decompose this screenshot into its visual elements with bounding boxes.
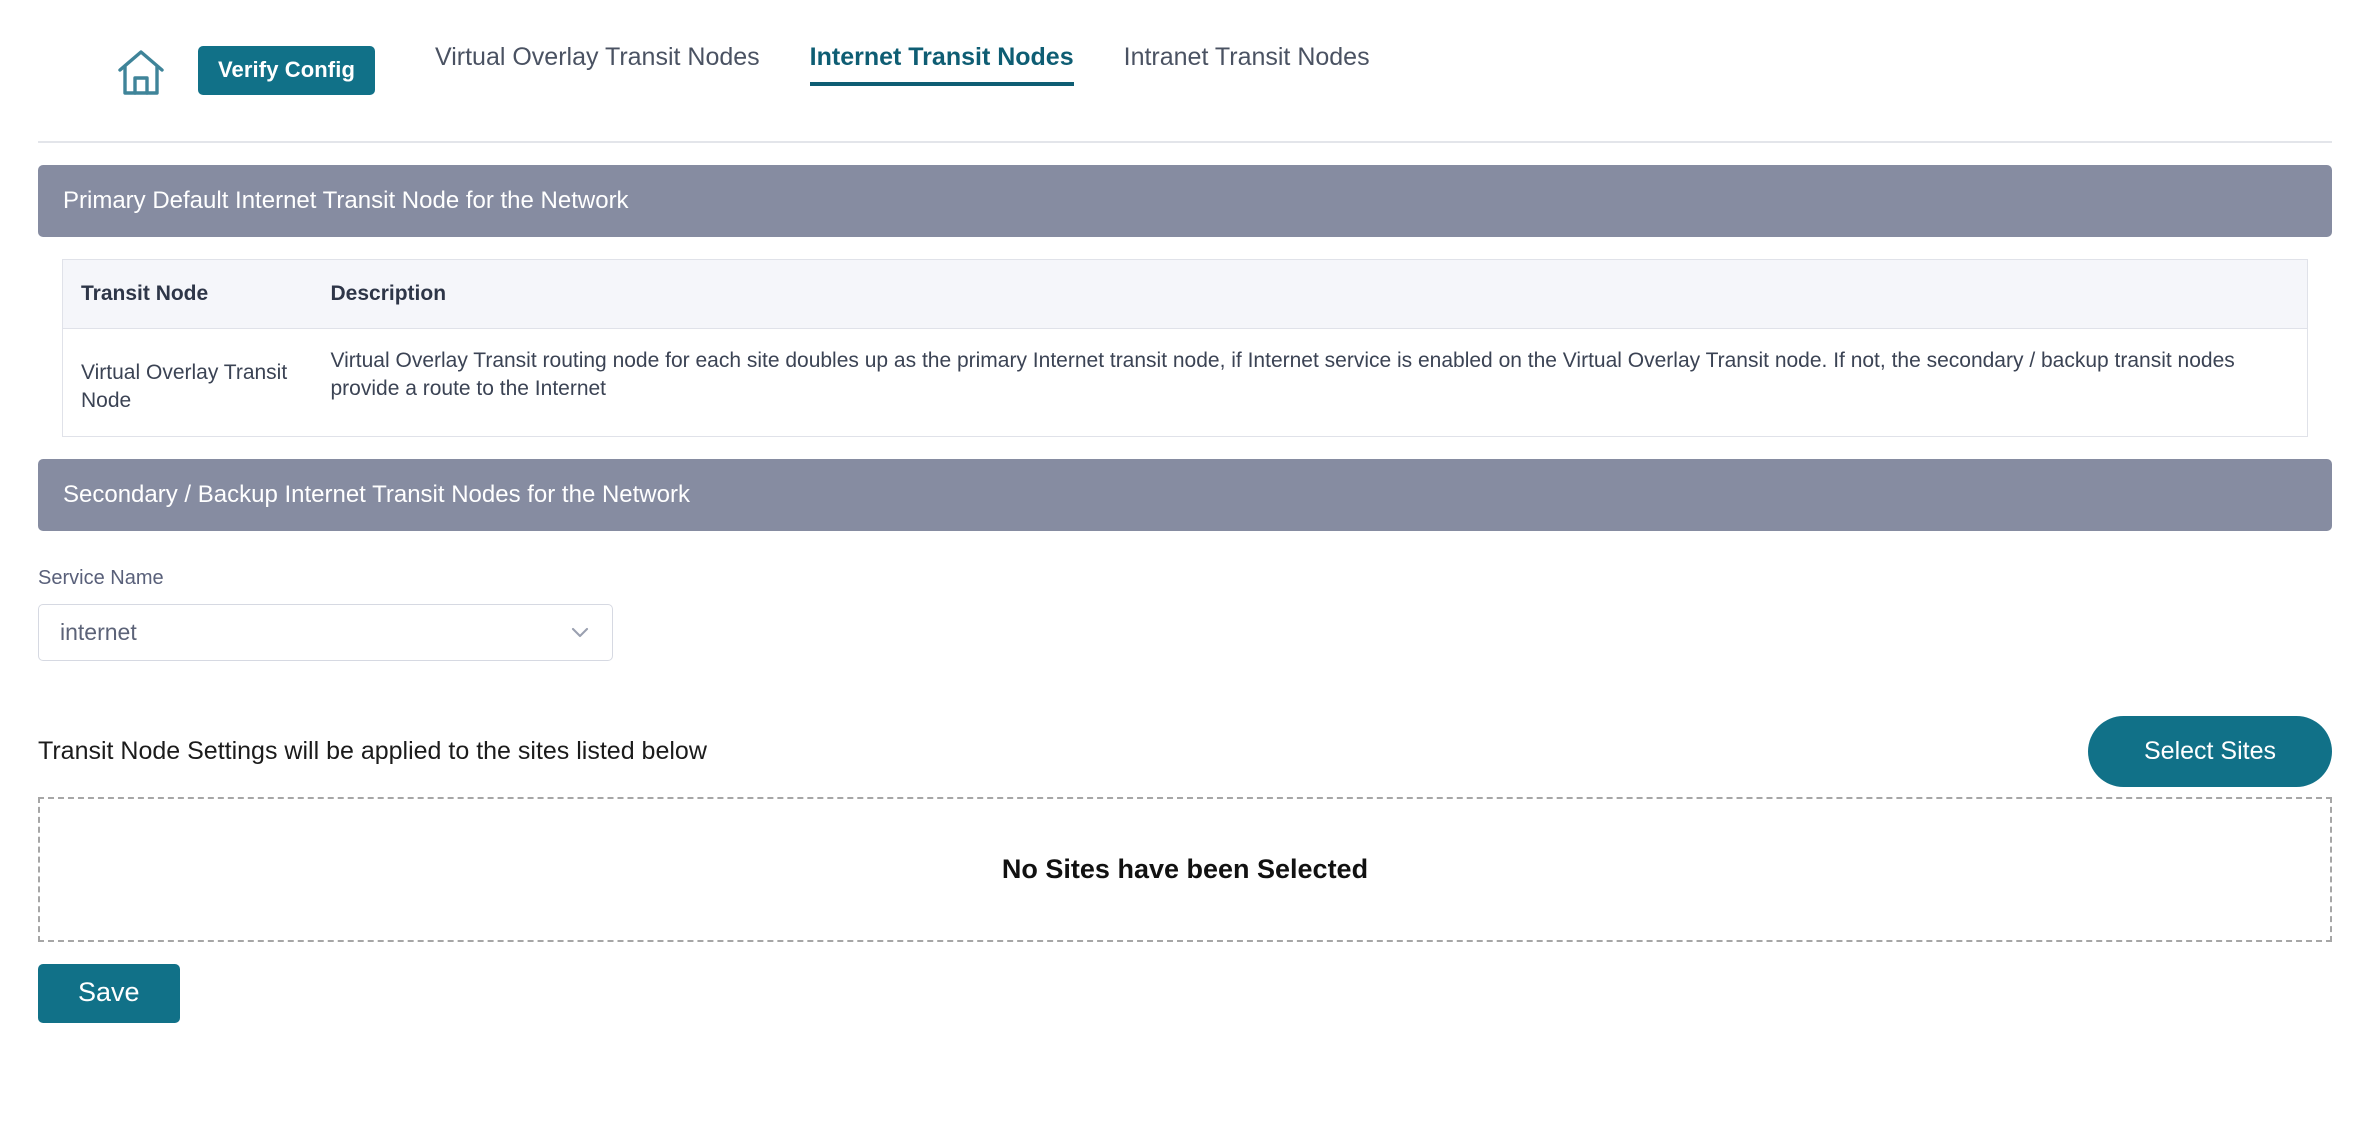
service-name-select[interactable]: internet [38, 603, 613, 661]
tab-list: Virtual Overlay Transit Nodes Internet T… [410, 37, 1395, 105]
service-name-selected-value: internet [60, 618, 137, 645]
column-header-description: Description [312, 259, 2308, 329]
top-navigation-bar: Verify Config Virtual Overlay Transit No… [38, 0, 2332, 143]
save-button-wrap: Save [38, 963, 2332, 1023]
cell-description: Virtual Overlay Transit routing node for… [330, 349, 2235, 401]
cell-transit-node: Virtual Overlay Transit Node [81, 361, 288, 413]
primary-section-card: Transit Node Description Virtual Overlay… [38, 237, 2332, 459]
primary-section-header: Primary Default Internet Transit Node fo… [38, 165, 2332, 237]
service-name-field: Service Name internet [38, 567, 2332, 661]
apply-sites-row: Transit Node Settings will be applied to… [38, 713, 2332, 791]
secondary-section-header: Secondary / Backup Internet Transit Node… [38, 458, 2332, 531]
table-body: Virtual Overlay Transit Node Virtual Ove… [63, 329, 2308, 437]
column-header-transit-node: Transit Node [62, 259, 313, 329]
transit-node-table: Transit Node Description Virtual Overlay… [62, 259, 2308, 437]
empty-state-message: No Sites have been Selected [1001, 853, 1369, 884]
selected-sites-dropzone: No Sites have been Selected [38, 796, 2332, 942]
table-row: Virtual Overlay Transit Node Virtual Ove… [63, 329, 2308, 437]
verify-config-button[interactable]: Verify Config [198, 46, 375, 95]
table-head: Transit Node Description [62, 259, 2308, 329]
apply-note-text: Transit Node Settings will be applied to… [38, 737, 707, 766]
service-name-label: Service Name [38, 566, 164, 589]
tab-virtual-overlay-transit-nodes[interactable]: Virtual Overlay Transit Nodes [410, 37, 785, 70]
save-button[interactable]: Save [38, 963, 180, 1023]
select-sites-button[interactable]: Select Sites [2087, 716, 2332, 788]
page-root: Verify Config Virtual Overlay Transit No… [0, 0, 2370, 1134]
chevron-down-icon [571, 628, 589, 638]
table-header-row: Transit Node Description [62, 259, 2308, 329]
tab-intranet-transit-nodes[interactable]: Intranet Transit Nodes [1099, 37, 1395, 70]
home-icon[interactable] [116, 48, 166, 98]
tab-internet-transit-nodes[interactable]: Internet Transit Nodes [785, 37, 1099, 86]
